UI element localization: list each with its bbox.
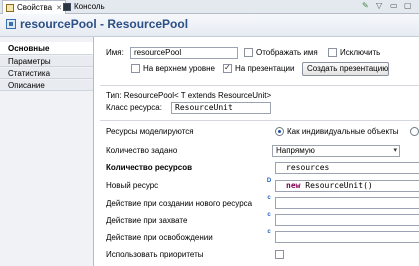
quantity-set-select[interactable]: Напрямую ▾ [272, 145, 400, 157]
separator [100, 120, 419, 121]
individual-objects-label: Как индивидуальные объекты [287, 127, 399, 136]
new-keyword: new [286, 181, 301, 190]
properties-title-bar: resourcePool - ResourcePool [0, 14, 419, 37]
page-title: resourcePool - ResourcePool [20, 17, 189, 31]
quantity-set-label: Количество задано [106, 146, 178, 155]
sidebar-item-main[interactable]: Основные [0, 42, 93, 55]
tab-properties-label: Свойства [17, 3, 53, 12]
resource-pool-icon [6, 19, 16, 29]
maximize-icon[interactable]: ▢ [404, 1, 412, 10]
create-presentation-button[interactable]: Создать презентацию [302, 62, 389, 76]
name-input[interactable]: resourcePool [130, 47, 238, 59]
top-level-label: На верхнем уровне [143, 64, 215, 73]
tab-console[interactable]: Консоль [60, 0, 108, 13]
other-mode-radio[interactable] [410, 127, 419, 136]
top-level-checkbox[interactable] [131, 64, 140, 73]
pin-icon[interactable]: ✎ [362, 1, 369, 10]
sidebar-item-description[interactable]: Описание [0, 80, 93, 91]
tab-console-label: Консоль [74, 2, 105, 11]
dynamic-mode-icon[interactable]: D [266, 178, 272, 184]
on-seize-label: Действие при захвате [106, 216, 188, 225]
code-mode-icon[interactable]: c [266, 229, 272, 235]
sidebar-item-parameters[interactable]: Параметры [0, 56, 93, 67]
show-name-checkbox[interactable] [244, 48, 253, 57]
view-tab-strip: Свойства ✕ Консоль ✎ ▽ ▭ ▢ [0, 0, 419, 14]
type-label: Тип: ResourcePool< T extends ResourceUni… [106, 91, 272, 100]
on-presentation-label: На презентации [235, 64, 295, 73]
use-priorities-checkbox[interactable] [275, 250, 284, 259]
on-presentation-checkbox[interactable] [223, 63, 232, 73]
tab-properties[interactable]: Свойства ✕ [2, 0, 67, 14]
console-icon [63, 2, 71, 11]
sidebar-item-statistics[interactable]: Статистика [0, 68, 93, 79]
on-create-input[interactable] [275, 197, 419, 209]
exclude-checkbox[interactable] [328, 48, 337, 57]
quantity-set-value: Напрямую [276, 146, 315, 155]
new-resource-input[interactable]: new ResourceUnit() [275, 180, 419, 192]
use-priorities-label: Использовать приоритеты [106, 250, 204, 259]
code-mode-icon[interactable]: c [266, 212, 272, 218]
view-menu-icon[interactable]: ▽ [376, 1, 382, 10]
count-label: Количество ресурсов [106, 163, 193, 172]
chevron-down-icon: ▾ [393, 147, 397, 154]
separator [100, 85, 419, 86]
resource-class-input[interactable]: ResourceUnit [171, 102, 271, 114]
count-input[interactable]: resources [275, 162, 419, 174]
exclude-label: Исключить [340, 48, 381, 57]
on-create-label: Действие при создании нового ресурса [106, 199, 253, 208]
new-resource-expression: ResourceUnit() [300, 181, 373, 190]
properties-icon [6, 3, 14, 12]
modeled-label: Ресурсы моделируются [106, 127, 194, 136]
on-seize-input[interactable] [275, 214, 419, 226]
individual-objects-radio[interactable] [275, 127, 284, 136]
new-resource-label: Новый ресурс [106, 181, 159, 190]
section-sidebar: Основные Параметры Статистика Описание [0, 37, 94, 266]
minimize-icon[interactable]: ▭ [390, 1, 398, 10]
name-label: Имя: [106, 48, 124, 57]
on-release-input[interactable] [275, 231, 419, 243]
resource-class-label: Класс ресурса: [106, 103, 162, 112]
show-name-label: Отображать имя [256, 48, 318, 57]
on-release-label: Действие при освобождении [106, 233, 213, 242]
code-mode-icon[interactable]: c [266, 195, 272, 201]
